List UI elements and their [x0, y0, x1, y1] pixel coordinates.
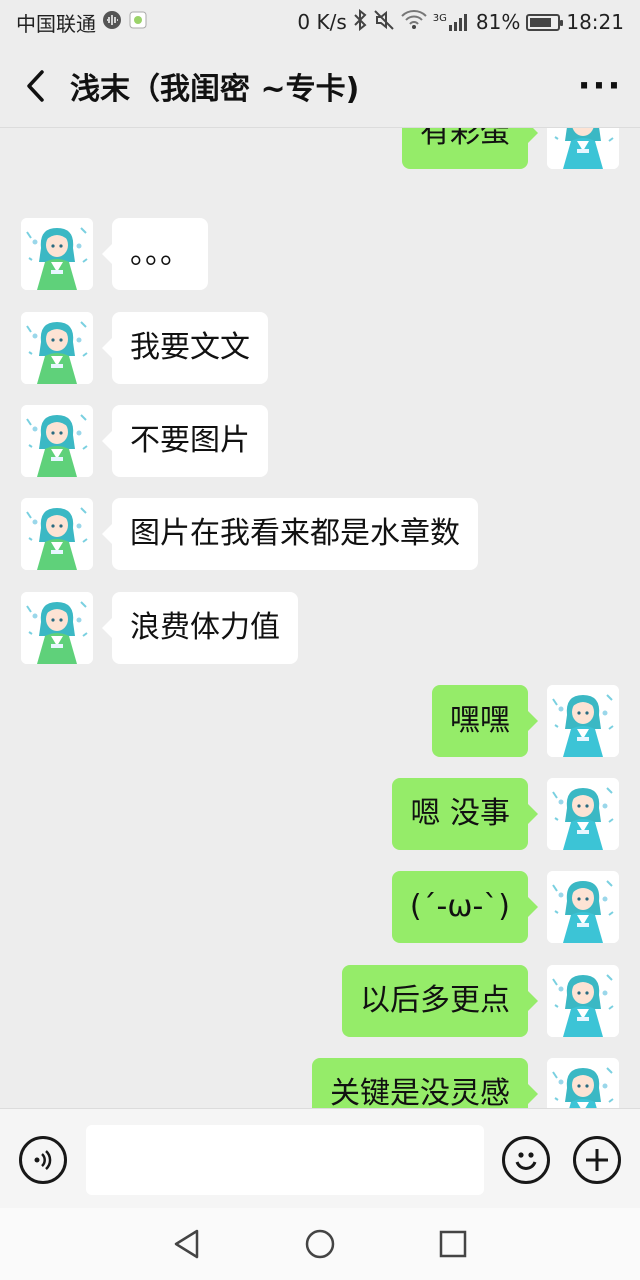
outgoing-message-bubble[interactable]: 以后多更点	[342, 965, 538, 1037]
soundwave-icon	[102, 10, 122, 35]
my-avatar[interactable]	[547, 965, 619, 1037]
plus-icon	[586, 1149, 608, 1171]
my-avatar[interactable]	[547, 778, 619, 850]
my-avatar[interactable]	[547, 1058, 619, 1108]
incoming-message-bubble[interactable]: 浪费体力值	[102, 592, 298, 664]
incoming-message-bubble[interactable]: 图片在我看来都是水章数	[102, 498, 478, 570]
voice-button[interactable]	[19, 1136, 67, 1184]
outgoing-message-bubble[interactable]: 嗯 没事	[392, 778, 538, 850]
emoji-icon	[515, 1152, 537, 1170]
net-speed-label: 0 K/s	[297, 10, 347, 34]
system-nav-bar	[0, 1208, 640, 1280]
status-bar: 中国联通 0 K/s 3G 81% 18:21	[0, 0, 640, 44]
more-options-button[interactable]: ···	[560, 44, 640, 128]
network-type-label: 3G	[432, 13, 447, 24]
back-button[interactable]	[0, 44, 70, 128]
contact-avatar[interactable]	[21, 312, 93, 384]
my-avatar[interactable]	[547, 128, 619, 169]
contact-avatar[interactable]	[21, 498, 93, 570]
nav-home-button[interactable]	[290, 1214, 350, 1274]
carrier-label: 中国联通	[16, 11, 96, 36]
battery-icon	[526, 13, 564, 31]
battery-percent: 81%	[475, 10, 521, 34]
incoming-message-bubble[interactable]: 。。。	[102, 218, 208, 290]
time-label: 18:21	[566, 10, 624, 34]
my-avatar[interactable]	[547, 685, 619, 757]
input-bar	[0, 1108, 640, 1208]
nav-back-icon	[174, 1229, 198, 1259]
more-dots-icon: ···	[577, 65, 623, 106]
mute-icon	[373, 9, 395, 36]
nav-recent-icon	[440, 1230, 467, 1258]
contact-avatar[interactable]	[21, 218, 93, 290]
chat-title: 浅末（我闺密 ~专卡)	[70, 71, 360, 107]
bluetooth-icon	[353, 8, 367, 36]
plus-button[interactable]	[573, 1136, 621, 1184]
chat-message-list[interactable]: 有彩蛋。。。我要文文不要图片图片在我看来都是水章数 浪费体力值嘿嘿嗯 没事 (´-ω…	[0, 128, 640, 1108]
outgoing-message-bubble[interactable]: 嘿嘿	[432, 685, 538, 757]
wechat-notify-icon	[128, 10, 148, 35]
signal-icon: 3G	[433, 13, 470, 31]
voice-icon	[34, 1150, 52, 1170]
incoming-message-bubble[interactable]: 不要图片	[102, 405, 268, 477]
nav-home-icon	[305, 1229, 335, 1259]
nav-recent-button[interactable]	[423, 1214, 483, 1274]
contact-avatar[interactable]	[21, 405, 93, 477]
wifi-icon	[401, 9, 427, 35]
emoji-button[interactable]	[502, 1136, 550, 1184]
incoming-message-bubble[interactable]: 我要文文	[102, 312, 268, 384]
chat-header: 浅末（我闺密 ~专卡) ···	[0, 44, 640, 128]
my-avatar[interactable]	[547, 871, 619, 943]
outgoing-message-bubble[interactable]: (´-ω-`)	[391, 871, 539, 943]
nav-back-button[interactable]	[157, 1214, 217, 1274]
outgoing-message-bubble[interactable]: 关键是没灵感	[312, 1058, 538, 1108]
outgoing-message-bubble[interactable]: 有彩蛋	[402, 128, 538, 169]
message-input[interactable]	[86, 1125, 484, 1195]
chevron-left-icon	[27, 69, 44, 102]
contact-avatar[interactable]	[21, 592, 93, 664]
